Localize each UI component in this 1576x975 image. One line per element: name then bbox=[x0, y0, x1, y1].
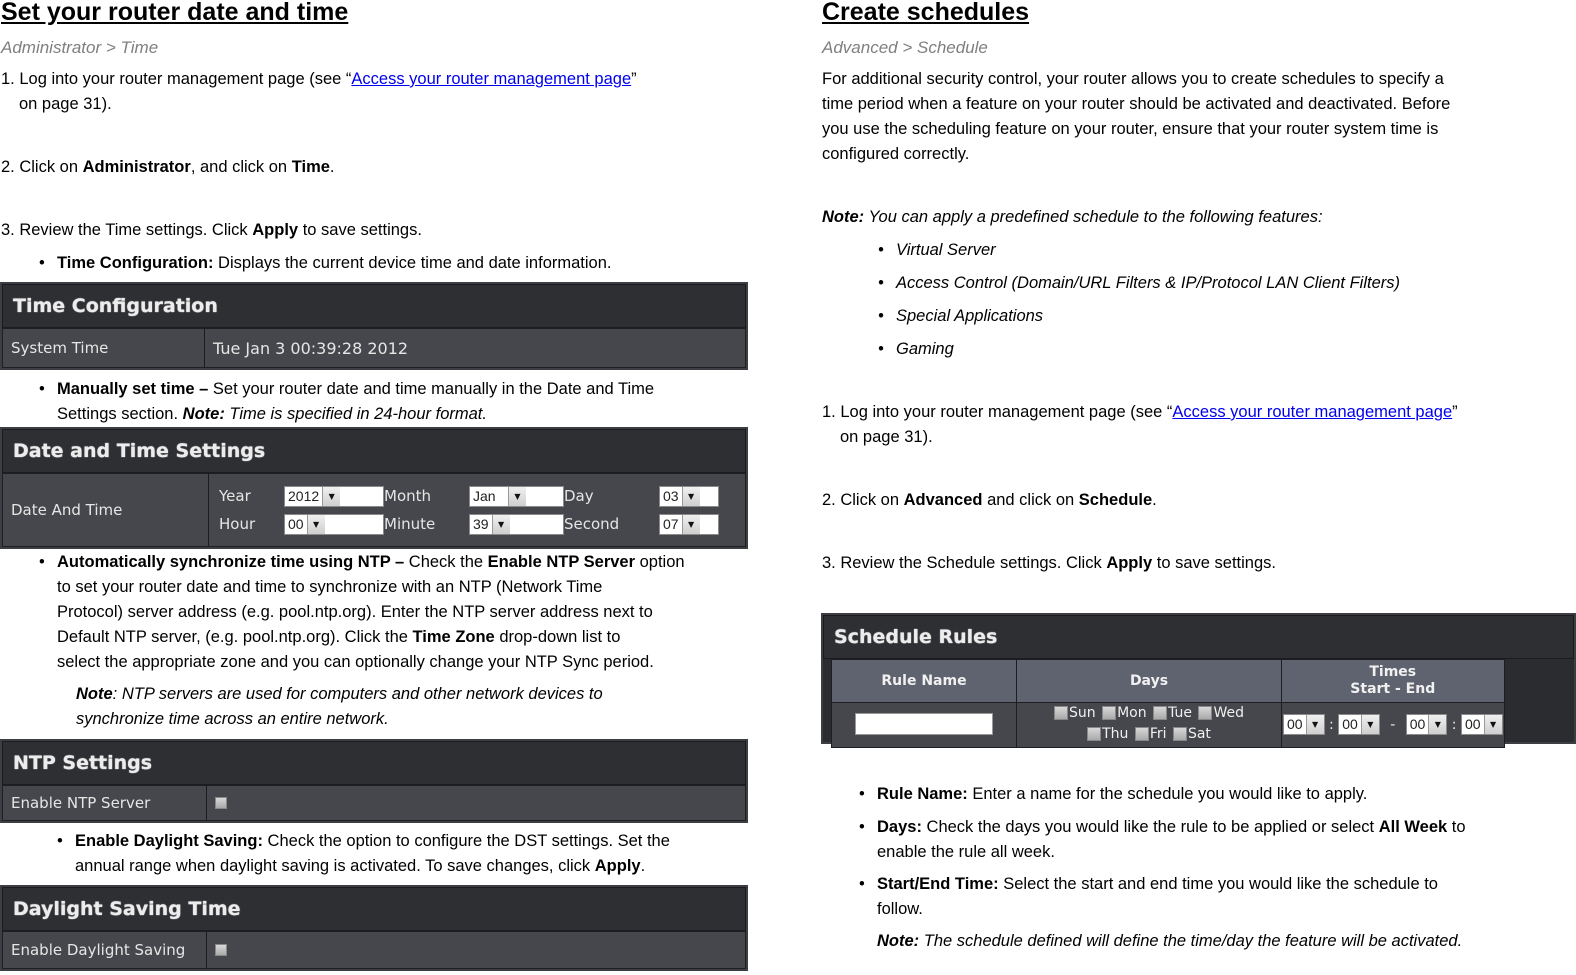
section-title-router-time: Set your router date and time bbox=[1, 0, 349, 26]
date-and-time-label: Date And Time bbox=[3, 474, 209, 546]
second-label: Second bbox=[564, 514, 620, 533]
start-hour-select[interactable]: 00 ▼ bbox=[1283, 713, 1325, 735]
panel-title: Daylight Saving Time bbox=[2, 887, 746, 931]
day-checkbox-mon[interactable]: Mon bbox=[1102, 704, 1147, 722]
chevron-down-icon: ▼ bbox=[1305, 714, 1324, 734]
access-management-page-link[interactable]: Access your router management page bbox=[351, 70, 631, 88]
ntp-settings-panel: NTP Settings Enable NTP Server bbox=[0, 739, 748, 823]
intro-paragraph: For additional security control, your ro… bbox=[822, 70, 1451, 163]
chevron-down-icon: ▼ bbox=[1483, 714, 1502, 734]
bullet-ntp-sync: Automatically synchronize time using NTP… bbox=[39, 550, 757, 675]
end-minute-select[interactable]: 00 ▼ bbox=[1460, 713, 1503, 735]
bullet-daylight-saving: Enable Daylight Saving: Check the option… bbox=[57, 829, 755, 879]
chevron-down-icon: ▼ bbox=[681, 486, 700, 506]
access-management-page-link[interactable]: Access your router management page bbox=[1172, 403, 1452, 421]
month-label: Month bbox=[384, 486, 432, 505]
month-select[interactable]: Jan ▼ bbox=[469, 485, 564, 507]
final-note: Note: The schedule defined will define t… bbox=[877, 932, 1463, 950]
hour-select[interactable]: 00 ▼ bbox=[284, 513, 384, 535]
step-2: 2. Click on Administrator, and click on … bbox=[1, 158, 335, 176]
panel-title: Time Configuration bbox=[2, 284, 746, 328]
step-2: 2. Click on Advanced and click on Schedu… bbox=[822, 491, 1157, 509]
system-time-label: System Time bbox=[3, 329, 205, 367]
chevron-down-icon: ▼ bbox=[306, 514, 325, 534]
step-1: 1. Log into your router management page … bbox=[822, 403, 1458, 446]
day-checkbox-thu[interactable]: Thu bbox=[1087, 725, 1128, 743]
enable-dst-checkbox[interactable] bbox=[215, 944, 227, 956]
bullet-time-configuration: Time Configuration: Displays the current… bbox=[39, 251, 611, 276]
bullet-manually-set-time: Manually set time – Set your router date… bbox=[39, 377, 757, 427]
enable-ntp-row: Enable NTP Server bbox=[2, 785, 746, 821]
chevron-down-icon: ▼ bbox=[491, 514, 510, 534]
day-checkbox-fri[interactable]: Fri bbox=[1134, 725, 1167, 743]
enable-ntp-checkbox[interactable] bbox=[215, 797, 227, 809]
hour-label: Hour bbox=[219, 514, 256, 533]
date-time-fields: Year 2012 ▼ Month Jan ▼ Day 03 ▼ Hour 00 ▼ M… bbox=[209, 484, 719, 537]
minute-select[interactable]: 39 ▼ bbox=[469, 513, 564, 535]
chevron-down-icon: ▼ bbox=[508, 486, 526, 506]
panel-title: Date and Time Settings bbox=[2, 429, 746, 473]
feature-item: Virtual Server bbox=[878, 238, 996, 263]
times-header: Times Start - End bbox=[1281, 659, 1505, 703]
ntp-note: Note: NTP servers are used for computers… bbox=[76, 685, 603, 728]
feature-item: Gaming bbox=[878, 337, 954, 362]
enable-dst-row: Enable Daylight Saving bbox=[2, 931, 746, 969]
table-row: Sun Mon Tue Wed Thu Fri Sat 00 ▼ : 00 ▼ - … bbox=[831, 702, 1505, 748]
rule-name-input[interactable] bbox=[855, 713, 993, 735]
schedule-rules-panel: Schedule Rules Rule Name Days Times Star… bbox=[821, 613, 1576, 748]
panel-title: Schedule Rules bbox=[823, 615, 1574, 659]
step-3: 3. Review the Time settings. Click Apply… bbox=[1, 221, 422, 239]
days-header: Days bbox=[1016, 659, 1282, 703]
bullet-days: Days: Check the days you would like the … bbox=[859, 815, 1576, 865]
bullet-start-end-time: Start/End Time: Select the start and end… bbox=[859, 872, 1576, 922]
day-checkbox-sun[interactable]: Sun bbox=[1054, 704, 1096, 722]
day-checkbox-sat[interactable]: Sat bbox=[1172, 725, 1211, 743]
enable-dst-label: Enable Daylight Saving bbox=[3, 932, 207, 968]
step-3: 3. Review the Schedule settings. Click A… bbox=[822, 554, 1276, 572]
daylight-saving-panel: Daylight Saving Time Enable Daylight Sav… bbox=[0, 885, 748, 971]
enable-ntp-label: Enable NTP Server bbox=[3, 786, 207, 820]
system-time-value: Tue Jan 3 00:39:28 2012 bbox=[213, 338, 409, 358]
feature-item: Access Control (Domain/URL Filters & IP/… bbox=[878, 271, 1400, 296]
time-configuration-panel: Time Configuration System Time Tue Jan 3… bbox=[0, 282, 748, 370]
breadcrumb: Administrator > Time bbox=[1, 38, 159, 57]
chevron-down-icon: ▼ bbox=[1360, 714, 1379, 734]
step-1: 1. Log into your router management page … bbox=[1, 70, 637, 113]
day-checkbox-wed[interactable]: Wed bbox=[1198, 704, 1244, 722]
breadcrumb: Advanced > Schedule bbox=[822, 38, 988, 57]
end-hour-select[interactable]: 00 ▼ bbox=[1405, 713, 1448, 735]
chevron-down-icon: ▼ bbox=[681, 514, 700, 534]
day-checkbox-tue[interactable]: Tue bbox=[1153, 704, 1192, 722]
second-select[interactable]: 07 ▼ bbox=[659, 513, 719, 535]
day-label: Day bbox=[564, 486, 594, 505]
schedule-rules-table: Rule Name Days Times Start - End Sun Mon… bbox=[831, 659, 1505, 748]
bullet-rule-name: Rule Name: Enter a name for the schedule… bbox=[859, 782, 1367, 807]
section-title-schedules: Create schedules bbox=[822, 0, 1030, 26]
year-label: Year bbox=[219, 486, 251, 505]
table-header-row: Rule Name Days Times Start - End bbox=[831, 659, 1505, 703]
rule-name-header: Rule Name bbox=[831, 659, 1017, 703]
date-and-time-row: Date And Time Year 2012 ▼ Month Jan ▼ Day … bbox=[2, 473, 746, 547]
feature-item: Special Applications bbox=[878, 304, 1043, 329]
year-select[interactable]: 2012 ▼ bbox=[284, 485, 384, 507]
day-select[interactable]: 03 ▼ bbox=[659, 485, 719, 507]
minute-label: Minute bbox=[384, 514, 436, 533]
panel-title: NTP Settings bbox=[2, 741, 746, 785]
date-time-settings-panel: Date and Time Settings Date And Time Yea… bbox=[0, 427, 748, 549]
times-cell: 00 ▼ : 00 ▼ - 00 ▼ : 00 ▼ bbox=[1281, 702, 1505, 748]
chevron-down-icon: ▼ bbox=[322, 486, 341, 506]
features-note: Note: You can apply a predefined schedul… bbox=[822, 208, 1323, 226]
days-cell: Sun Mon Tue Wed Thu Fri Sat bbox=[1016, 702, 1282, 748]
chevron-down-icon: ▼ bbox=[1428, 714, 1447, 734]
system-time-row: System Time Tue Jan 3 00:39:28 2012 bbox=[2, 328, 746, 368]
start-minute-select[interactable]: 00 ▼ bbox=[1338, 713, 1380, 735]
